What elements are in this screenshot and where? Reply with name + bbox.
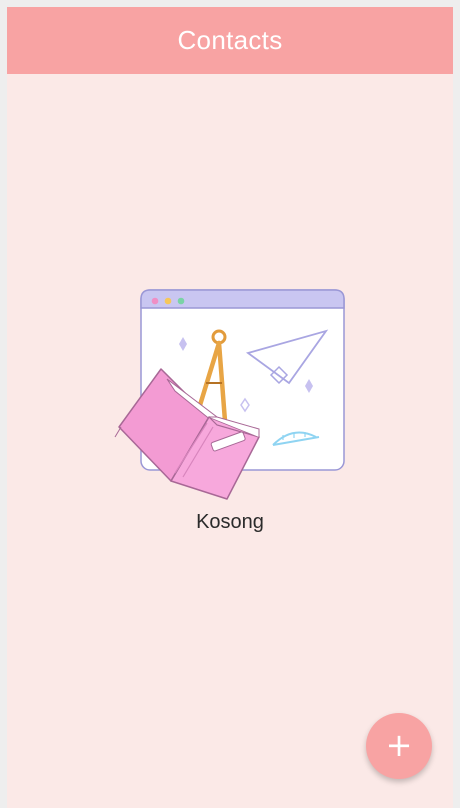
empty-state: Kosong: [7, 287, 453, 547]
app-bar: Contacts: [7, 7, 453, 74]
app-screen: Contacts Kosong +: [7, 7, 453, 808]
empty-state-illustration: [114, 289, 345, 500]
add-contact-button[interactable]: +: [366, 713, 432, 779]
empty-state-label: Kosong: [196, 511, 264, 533]
page-title: Contacts: [177, 25, 283, 55]
plus-icon: +: [385, 726, 413, 764]
